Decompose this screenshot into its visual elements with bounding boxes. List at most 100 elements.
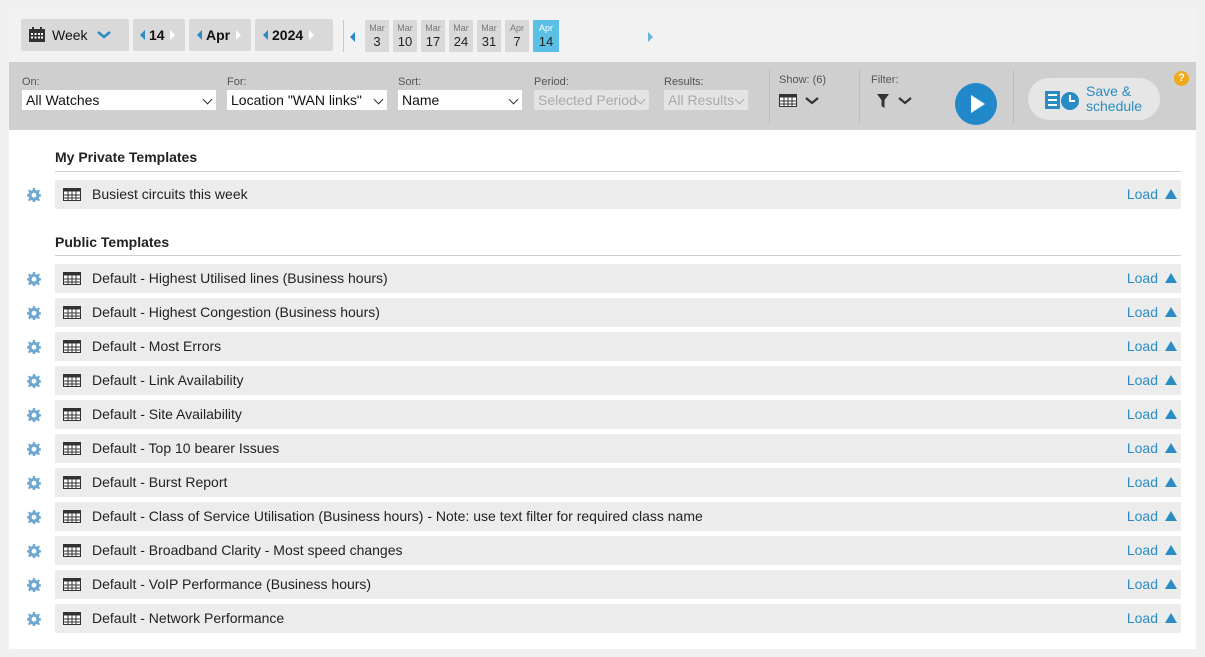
prev-day-arrow[interactable] <box>140 30 145 40</box>
gear-icon[interactable] <box>27 544 41 561</box>
report-templates-panel: Week 14 Apr 2024 Mar 3 Mar 10 Mar 17 Mar 24 … <box>9 8 1196 649</box>
table-icon <box>63 188 81 204</box>
gear-icon[interactable] <box>27 188 41 205</box>
load-button[interactable]: Load <box>1127 304 1158 320</box>
sort-field: Sort: Name <box>398 76 522 110</box>
triangle-up-icon[interactable] <box>1165 443 1177 453</box>
for-label: For: <box>227 76 247 88</box>
next-year-arrow[interactable] <box>309 30 315 40</box>
period-type-selector[interactable]: Week <box>21 19 129 51</box>
load-button[interactable]: Load <box>1127 406 1158 422</box>
week-button-selected[interactable]: Apr 14 <box>533 20 559 52</box>
week-button[interactable]: Mar 17 <box>421 20 445 52</box>
calendar-icon <box>29 27 45 42</box>
day-stepper[interactable]: 14 <box>133 19 185 51</box>
gear-icon[interactable] <box>27 374 41 391</box>
template-row[interactable]: Default - Highest Congestion (Business h… <box>55 298 1181 327</box>
table-icon <box>63 544 81 560</box>
template-row[interactable]: Default - Highest Utilised lines (Busine… <box>55 264 1181 293</box>
week-month: Mar <box>425 23 441 33</box>
results-label: Results: <box>664 76 704 88</box>
funnel-icon <box>877 94 889 108</box>
triangle-up-icon[interactable] <box>1165 477 1177 487</box>
triangle-up-icon[interactable] <box>1165 375 1177 385</box>
load-button[interactable]: Load <box>1127 440 1158 456</box>
triangle-up-icon[interactable] <box>1165 545 1177 555</box>
gear-icon[interactable] <box>27 612 41 629</box>
load-button[interactable]: Load <box>1127 576 1158 592</box>
gear-icon[interactable] <box>27 578 41 595</box>
gear-icon[interactable] <box>27 408 41 425</box>
gear-icon[interactable] <box>27 442 41 459</box>
load-button[interactable]: Load <box>1127 372 1158 388</box>
template-row[interactable]: Default - Link Availability Load <box>55 366 1181 395</box>
report-toolbar: On: All Watches For: Location "WAN links… <box>9 62 1196 130</box>
week-day: 17 <box>425 34 441 49</box>
week-button[interactable]: Apr 7 <box>505 20 529 52</box>
gear-icon[interactable] <box>27 340 41 357</box>
week-button[interactable]: Mar 24 <box>449 20 473 52</box>
triangle-up-icon[interactable] <box>1165 307 1177 317</box>
next-day-arrow[interactable] <box>169 30 175 40</box>
next-month-arrow[interactable] <box>236 30 242 40</box>
on-value: All Watches <box>26 92 100 108</box>
template-row[interactable]: Default - Site Availability Load <box>55 400 1181 429</box>
template-row[interactable]: Default - Broadband Clarity - Most speed… <box>55 536 1181 565</box>
triangle-up-icon[interactable] <box>1165 189 1177 199</box>
sort-select[interactable]: Name <box>398 90 522 110</box>
filter-button[interactable]: Filter: <box>871 74 931 108</box>
on-select[interactable]: All Watches <box>22 90 216 110</box>
prev-weeks-arrow[interactable] <box>350 32 355 42</box>
triangle-up-icon[interactable] <box>1165 613 1177 623</box>
help-icon[interactable]: ? <box>1174 71 1189 86</box>
save-schedule-button[interactable]: Save & schedule <box>1028 78 1160 120</box>
period-label: Period: <box>534 76 569 88</box>
results-select[interactable]: All Results <box>664 90 748 110</box>
gear-icon[interactable] <box>27 306 41 323</box>
table-icon <box>63 408 81 424</box>
prev-month-arrow[interactable] <box>197 30 202 40</box>
show-columns-button[interactable]: Show: (6) <box>779 74 839 107</box>
triangle-up-icon[interactable] <box>1165 511 1177 521</box>
triangle-up-icon[interactable] <box>1165 273 1177 283</box>
template-row[interactable]: Default - Most Errors Load <box>55 332 1181 361</box>
load-button[interactable]: Load <box>1127 474 1158 490</box>
load-button[interactable]: Load <box>1127 186 1158 202</box>
template-name: Default - VoIP Performance (Business hou… <box>92 576 372 592</box>
load-button[interactable]: Load <box>1127 508 1158 524</box>
month-stepper[interactable]: Apr <box>189 19 251 51</box>
template-name: Default - Highest Utilised lines (Busine… <box>92 270 388 286</box>
week-button[interactable]: Mar 10 <box>393 20 417 52</box>
template-row[interactable]: Default - Top 10 bearer Issues Load <box>55 434 1181 463</box>
triangle-up-icon[interactable] <box>1165 579 1177 589</box>
week-button[interactable]: Mar 3 <box>365 20 389 52</box>
template-row[interactable]: Busiest circuits this week Load <box>55 180 1181 209</box>
prev-year-arrow[interactable] <box>263 30 268 40</box>
run-report-button[interactable] <box>955 83 997 125</box>
template-row[interactable]: Default - VoIP Performance (Business hou… <box>55 570 1181 599</box>
period-select[interactable]: Selected Period <box>534 90 649 110</box>
year-stepper[interactable]: 2024 <box>255 19 333 51</box>
table-icon <box>63 340 81 356</box>
template-row[interactable]: Default - Burst Report Load <box>55 468 1181 497</box>
triangle-up-icon[interactable] <box>1165 341 1177 351</box>
next-weeks-arrow[interactable] <box>648 32 653 42</box>
week-button[interactable]: Mar 31 <box>477 20 501 52</box>
week-day: 14 <box>538 34 554 49</box>
triangle-up-icon[interactable] <box>1165 409 1177 419</box>
load-button[interactable]: Load <box>1127 610 1158 626</box>
week-month: Mar <box>397 23 413 33</box>
load-button[interactable]: Load <box>1127 542 1158 558</box>
gear-icon[interactable] <box>27 510 41 527</box>
template-row[interactable]: Default - Network Performance Load <box>55 604 1181 633</box>
for-select[interactable]: Location "WAN links" <box>227 90 387 110</box>
section-divider <box>55 171 1181 172</box>
gear-icon[interactable] <box>27 272 41 289</box>
gear-icon[interactable] <box>27 476 41 493</box>
template-row[interactable]: Default - Class of Service Utilisation (… <box>55 502 1181 531</box>
divider <box>769 70 770 124</box>
template-name: Default - Burst Report <box>92 474 228 490</box>
load-button[interactable]: Load <box>1127 270 1158 286</box>
load-button[interactable]: Load <box>1127 338 1158 354</box>
sort-label: Sort: <box>398 76 422 88</box>
